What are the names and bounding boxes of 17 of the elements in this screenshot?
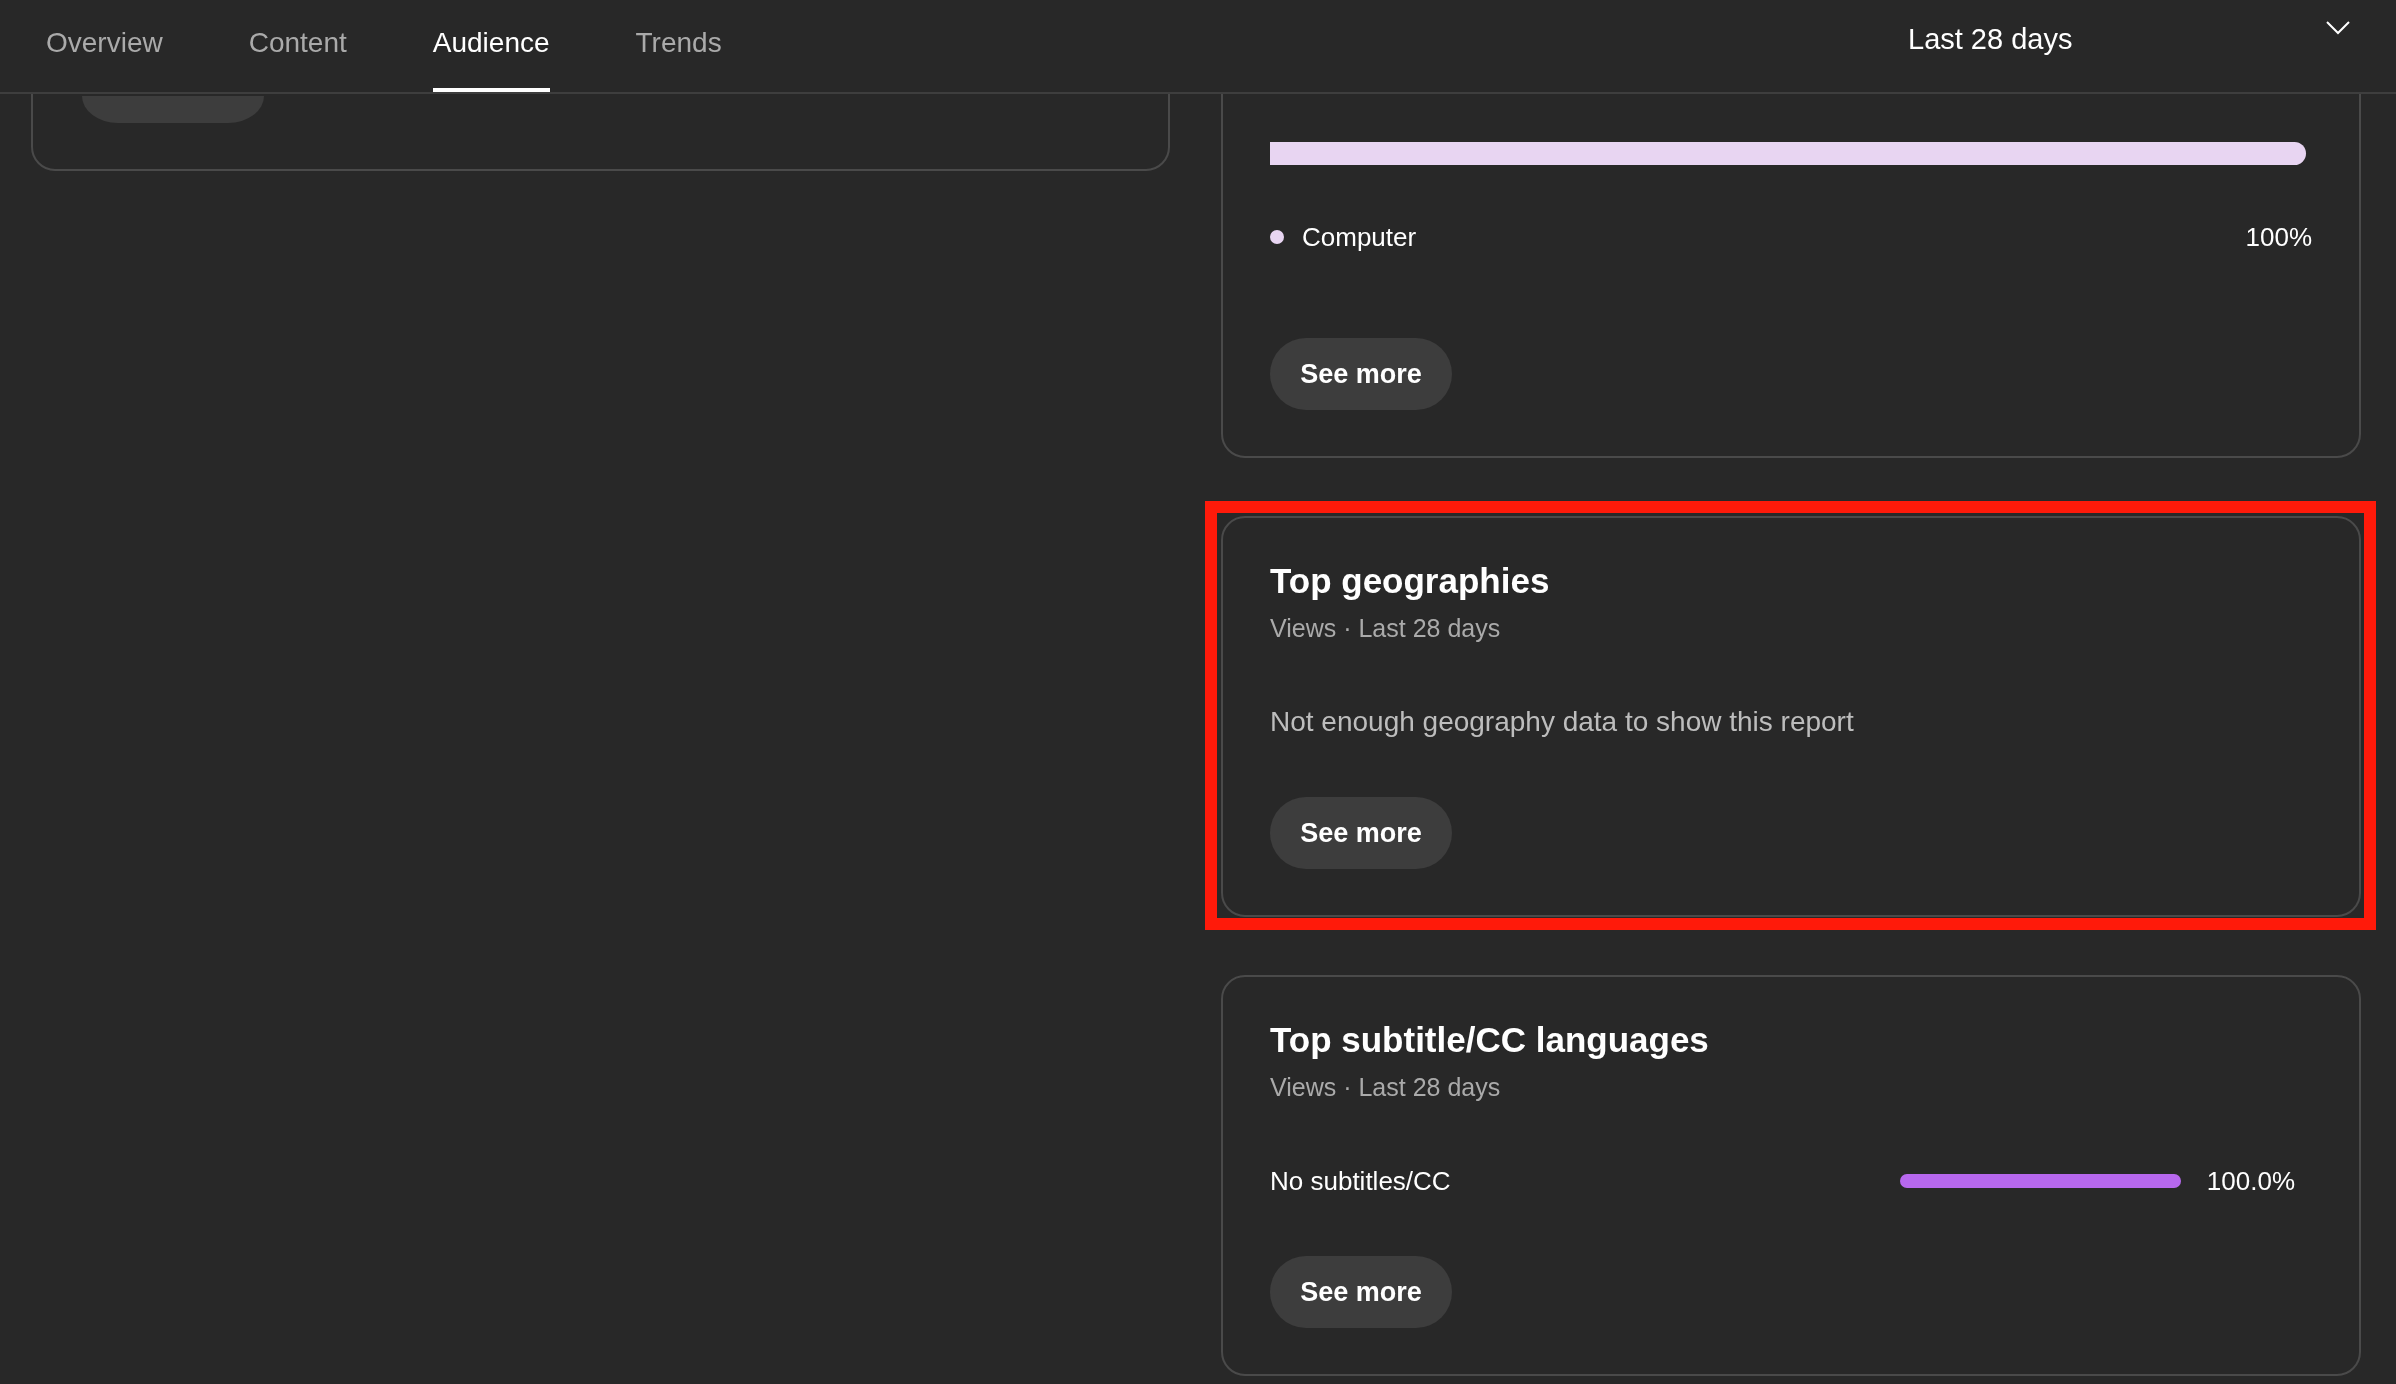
tab[interactable]: Trends: [635, 0, 722, 92]
empty-message: Not enough geography data to show this report: [1270, 705, 1855, 739]
tab[interactable]: Overview: [46, 0, 163, 92]
card-subtitle: Views · Last 28 days: [1270, 1072, 1502, 1102]
legend-value: 100%: [2245, 221, 2312, 254]
card-title: Top subtitle/CC languages: [1270, 1020, 1710, 1060]
card-subtitle: Views · Last 28 days: [1270, 613, 1502, 643]
chevron-down-icon: [2326, 21, 2350, 35]
date-range-dropdown[interactable]: Last 28 days: [1908, 0, 2350, 78]
legend-label: Computer: [1302, 221, 1417, 254]
row-label: No subtitles/CC: [1270, 1165, 1451, 1198]
tab[interactable]: Content: [248, 0, 347, 92]
see-more-button[interactable]: See more: [1270, 1256, 1452, 1328]
see-more-button[interactable]: See more: [1270, 338, 1452, 410]
card-title: Top geographies: [1270, 561, 1551, 601]
row-value: 100.0%: [2206, 1165, 2295, 1198]
see-more-button[interactable]: See more: [1270, 797, 1452, 869]
